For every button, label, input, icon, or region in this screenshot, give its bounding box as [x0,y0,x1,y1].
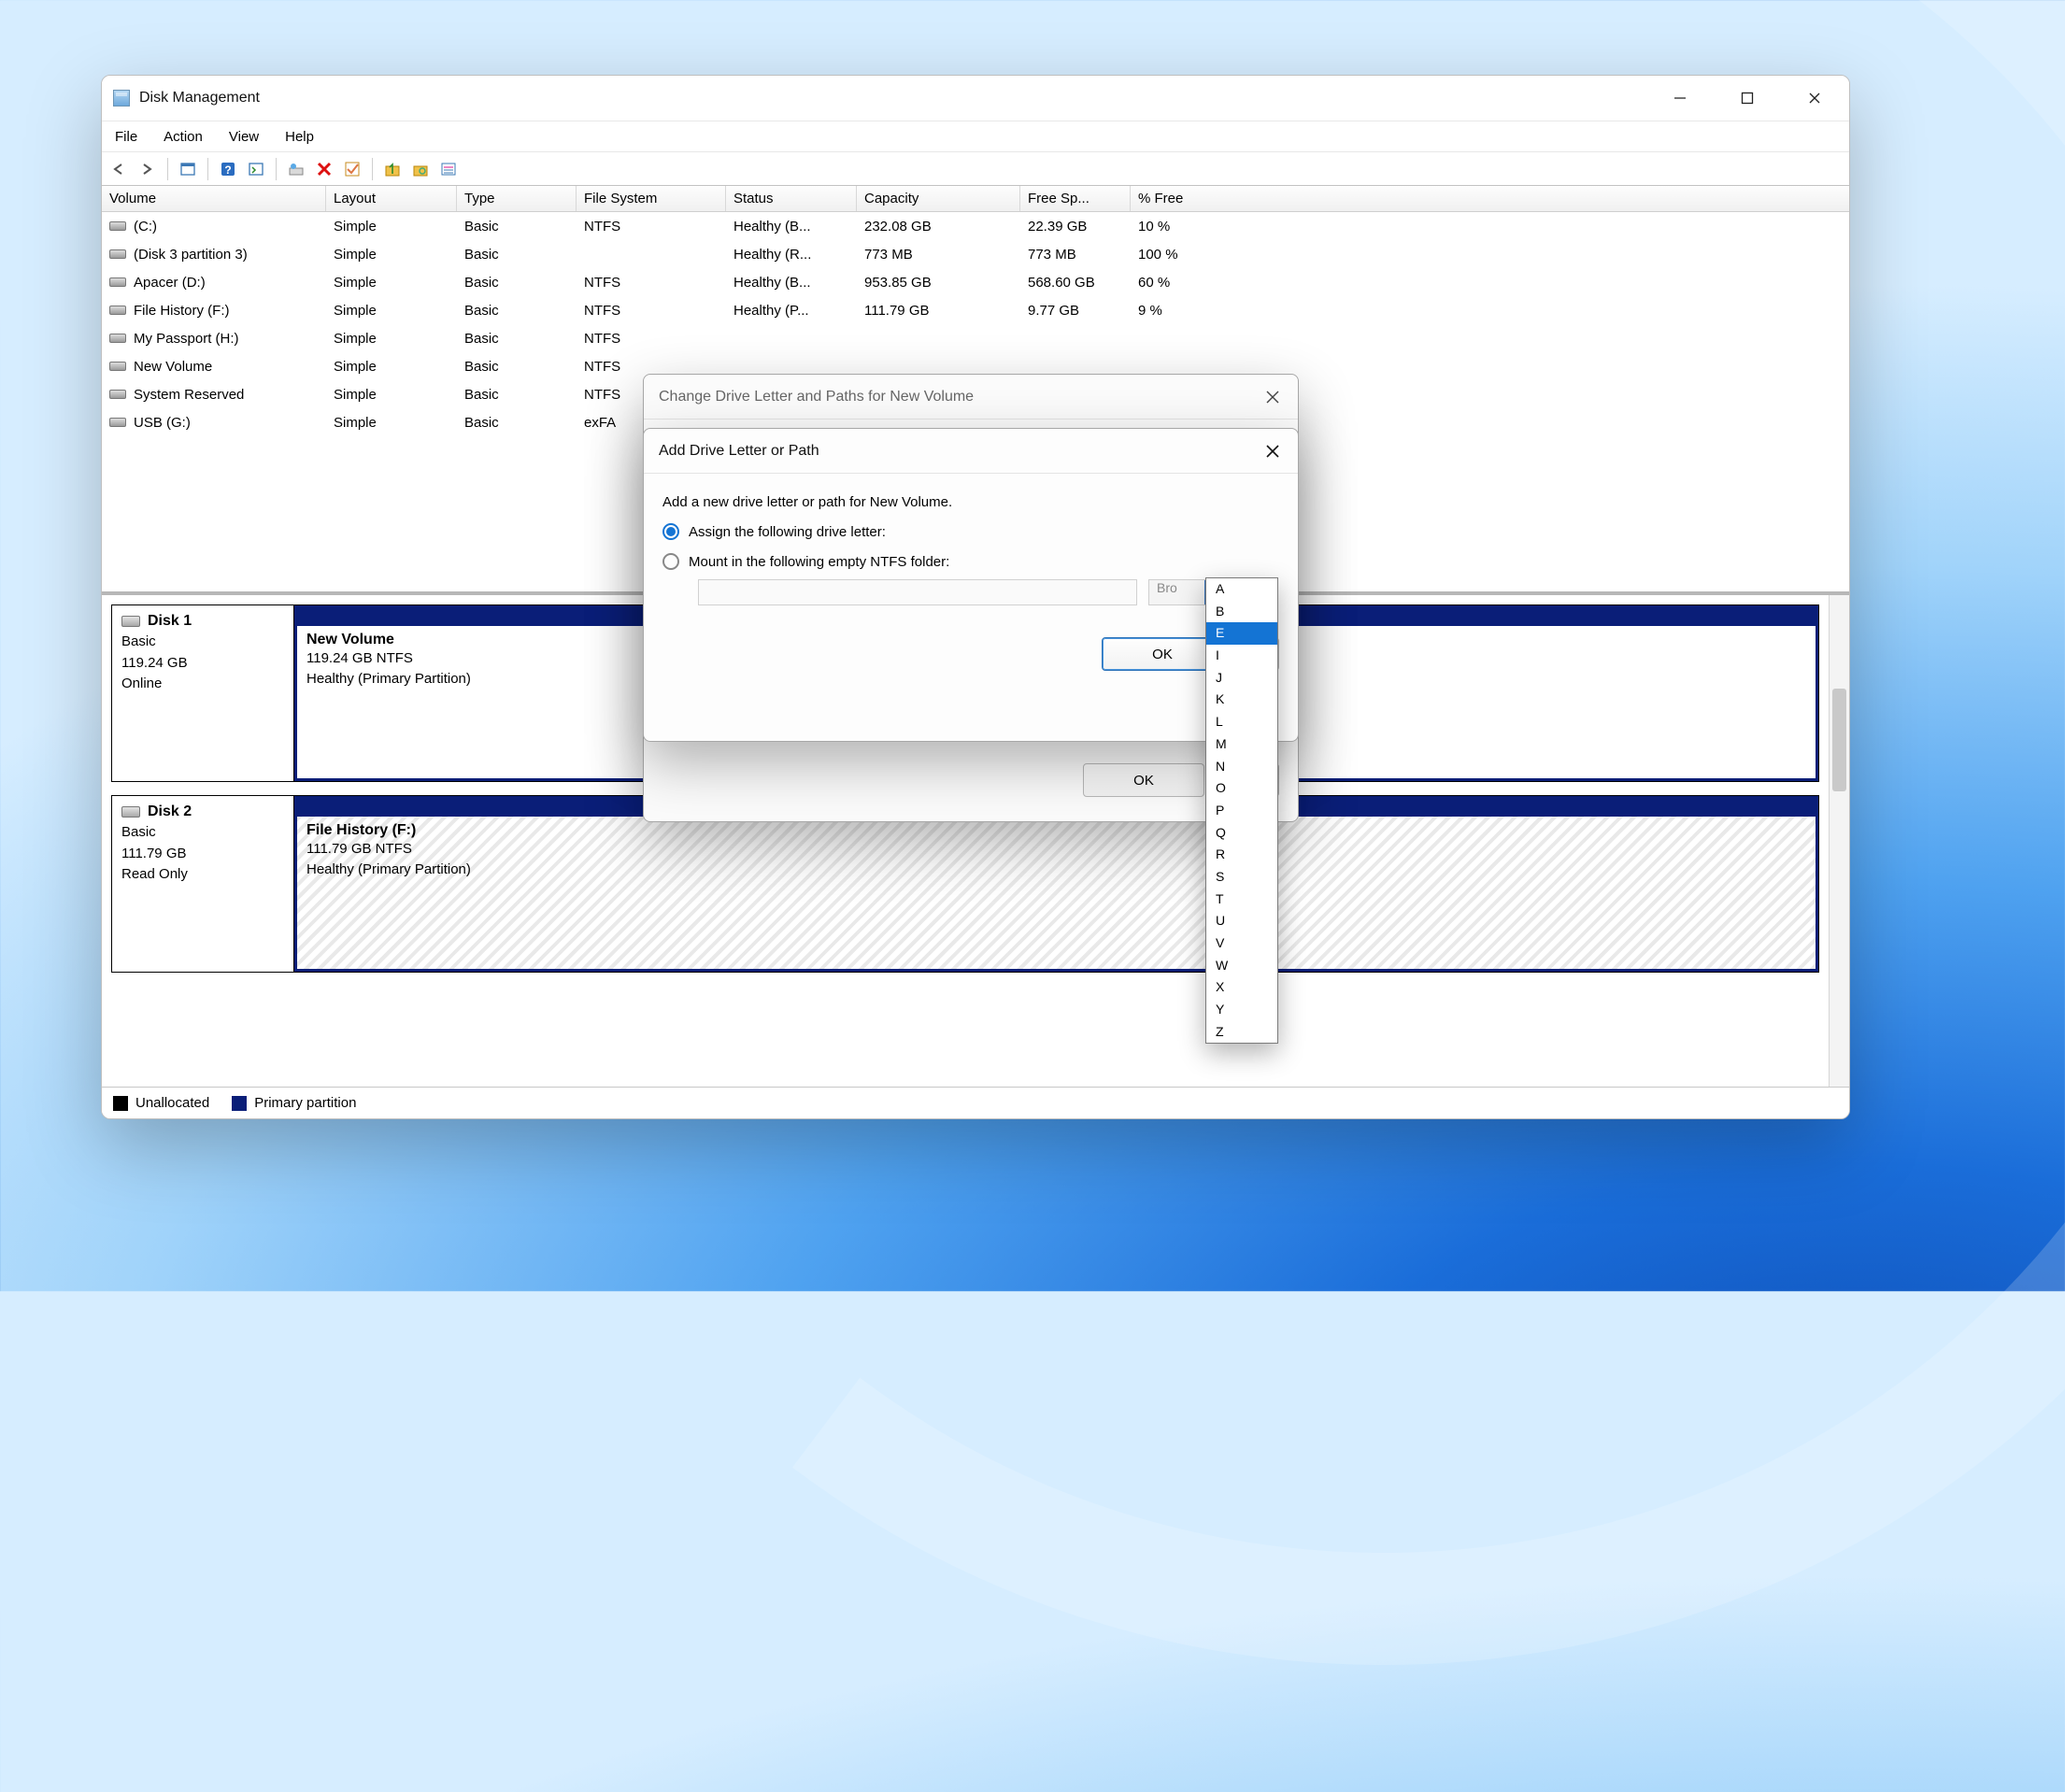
swatch-primary [232,1096,247,1111]
drive-icon [109,362,126,371]
radio-assign-letter[interactable] [662,523,679,540]
add-drive-letter-dialog: Add Drive Letter or Path Add a new drive… [643,428,1299,742]
dialog-outer-ok-button[interactable]: OK [1083,763,1204,797]
svg-text:?: ? [224,164,231,177]
col-pct[interactable]: % Free [1131,186,1243,211]
dialog-outer-close-button[interactable] [1262,387,1283,407]
drive-letter-option[interactable]: O [1206,777,1277,800]
disk-icon [121,806,140,818]
folder-search-icon[interactable] [408,157,433,181]
scrollbar[interactable] [1829,595,1849,1087]
menubar: File Action View Help [102,121,1849,152]
table-header: Volume Layout Type File System Status Ca… [102,186,1849,212]
drive-letter-option[interactable]: L [1206,711,1277,733]
window-title: Disk Management [139,90,260,107]
legend-primary: Primary partition [254,1095,356,1111]
label-mount-folder: Mount in the following empty NTFS folder… [689,554,949,570]
label-assign-letter: Assign the following drive letter: [689,524,886,540]
drive-letter-option[interactable]: Q [1206,822,1277,845]
dialog-outer-title: Change Drive Letter and Paths for New Vo… [659,389,974,405]
col-type[interactable]: Type [457,186,577,211]
disk-label[interactable]: Disk 2Basic111.79 GBRead Only [111,795,294,973]
drive-icon [109,277,126,287]
disk-icon [121,616,140,627]
drive-letter-option[interactable]: B [1206,601,1277,623]
dialog-inner-close-button[interactable] [1262,441,1283,462]
drive-letter-option[interactable]: S [1206,866,1277,889]
swatch-unallocated [113,1096,128,1111]
drive-letter-option[interactable]: R [1206,844,1277,866]
drive-letter-option[interactable]: E [1206,622,1277,645]
col-free[interactable]: Free Sp... [1020,186,1131,211]
disk-label[interactable]: Disk 1Basic119.24 GBOnline [111,604,294,782]
dialog-inner-desc: Add a new drive letter or path for New V… [662,494,1279,510]
table-row[interactable]: (Disk 3 partition 3)SimpleBasicHealthy (… [102,240,1849,268]
drive-letter-option[interactable]: J [1206,667,1277,690]
help-icon[interactable]: ? [216,157,240,181]
drive-icon [109,390,126,399]
menu-help[interactable]: Help [285,129,314,145]
drive-letter-option[interactable]: U [1206,910,1277,932]
drive-icon [109,221,126,231]
col-filesystem[interactable]: File System [577,186,726,211]
app-icon [113,90,130,107]
drive-letter-option[interactable]: W [1206,955,1277,977]
drive-letter-option[interactable]: M [1206,733,1277,756]
legend-unallocated: Unallocated [135,1095,209,1111]
menu-view[interactable]: View [229,129,259,145]
menu-action[interactable]: Action [164,129,203,145]
col-status[interactable]: Status [726,186,857,211]
folder-up-icon[interactable] [380,157,405,181]
titlebar: Disk Management [102,76,1849,121]
dialog-inner-title: Add Drive Letter or Path [659,443,819,460]
drive-icon [109,306,126,315]
table-row[interactable]: Apacer (D:)SimpleBasicNTFSHealthy (B...9… [102,268,1849,296]
minimize-button[interactable] [1668,86,1692,110]
drive-letter-option[interactable]: A [1206,578,1277,601]
col-layout[interactable]: Layout [326,186,457,211]
table-row[interactable]: File History (F:)SimpleBasicNTFSHealthy … [102,296,1849,324]
delete-icon[interactable] [312,157,336,181]
mount-path-input[interactable] [698,579,1137,605]
drive-letter-option[interactable]: P [1206,800,1277,822]
console-icon[interactable] [244,157,268,181]
forward-button[interactable] [135,157,160,181]
drive-letter-option[interactable]: K [1206,689,1277,711]
settings-icon[interactable] [284,157,308,181]
toolbar: ? [102,152,1849,186]
check-icon[interactable] [340,157,364,181]
drive-letter-option[interactable]: X [1206,976,1277,999]
drive-letter-dropdown[interactable]: ABEIJKLMNOPQRSTUVWXYZ [1205,577,1278,1044]
menu-file[interactable]: File [115,129,137,145]
drive-letter-option[interactable]: T [1206,889,1277,911]
refresh-icon[interactable] [176,157,200,181]
maximize-button[interactable] [1735,86,1759,110]
legend: Unallocated Primary partition [102,1087,1849,1118]
drive-letter-option[interactable]: I [1206,645,1277,667]
drive-letter-option[interactable]: V [1206,932,1277,955]
drive-icon [109,418,126,427]
col-capacity[interactable]: Capacity [857,186,1020,211]
radio-mount-folder[interactable] [662,553,679,570]
back-button[interactable] [107,157,132,181]
drive-icon [109,334,126,343]
col-volume[interactable]: Volume [102,186,326,211]
drive-letter-option[interactable]: N [1206,756,1277,778]
drive-letter-option[interactable]: Z [1206,1021,1277,1044]
list-icon[interactable] [436,157,461,181]
table-row[interactable]: My Passport (H:)SimpleBasicNTFS [102,324,1849,352]
drive-icon [109,249,126,259]
table-row[interactable]: (C:)SimpleBasicNTFSHealthy (B...232.08 G… [102,212,1849,240]
drive-letter-option[interactable]: Y [1206,999,1277,1021]
close-button[interactable] [1802,86,1827,110]
